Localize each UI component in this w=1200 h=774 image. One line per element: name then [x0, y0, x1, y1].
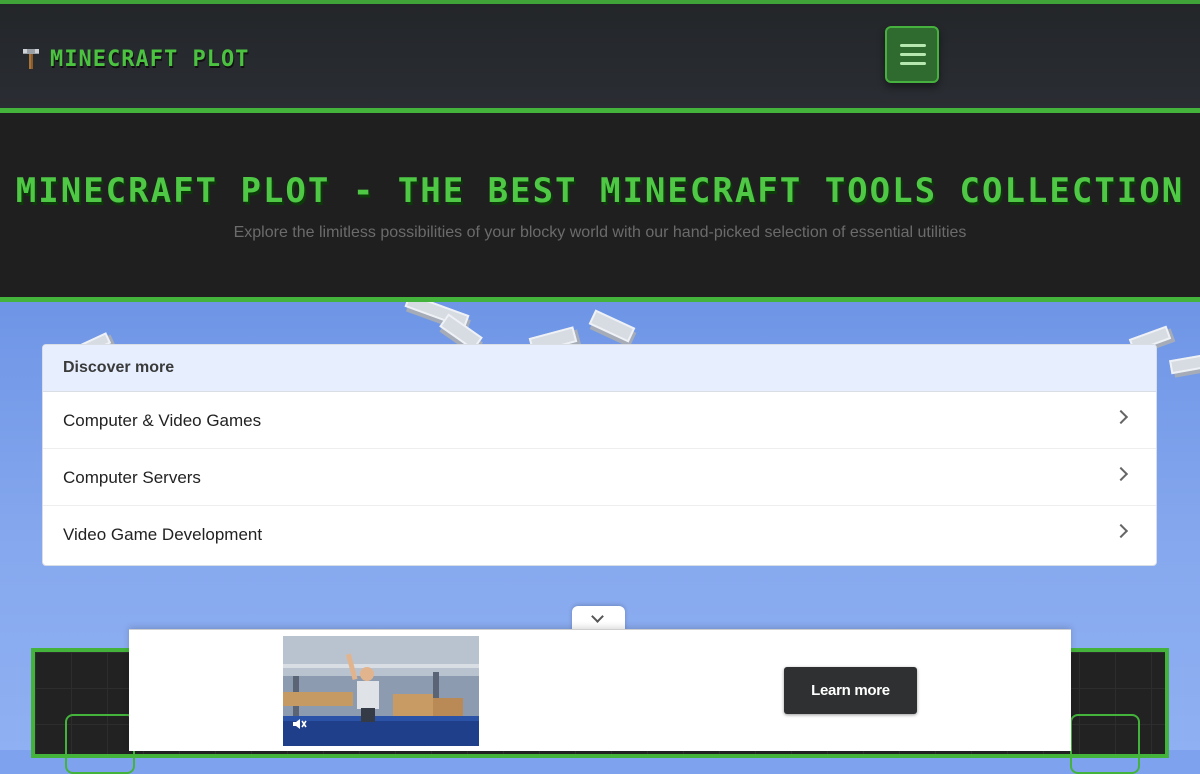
hero-banner: MINECRAFT PLOT - THE BEST MINECRAFT TOOL… [0, 113, 1200, 302]
chevron-right-icon [1113, 466, 1129, 482]
tool-card[interactable] [65, 714, 135, 774]
discover-more-box: Discover more Computer & Video Games Com… [42, 344, 1157, 566]
chevron-down-icon [591, 610, 604, 623]
chevron-right-icon [1113, 409, 1129, 425]
brand-link[interactable]: MINECRAFT PLOT [22, 44, 249, 74]
discover-item-label: Video Game Development [63, 525, 263, 544]
discover-item[interactable]: Video Game Development [43, 506, 1156, 562]
discover-item[interactable]: Computer Servers [43, 449, 1156, 506]
chevron-right-icon [1113, 523, 1129, 539]
anchor-ad: Learn more [129, 629, 1071, 751]
brand-name: MINECRAFT PLOT [50, 46, 250, 72]
page-subtitle: Explore the limitless possibilities of y… [233, 224, 967, 241]
discover-item-label: Computer Servers [63, 468, 201, 487]
ad-video[interactable] [283, 636, 479, 746]
site-header: MINECRAFT PLOT [0, 0, 1200, 113]
learn-more-button[interactable]: Learn more [784, 667, 917, 714]
ad-video-frame [283, 636, 479, 746]
floating-block [588, 309, 636, 343]
page-title: MINECRAFT PLOT - THE BEST MINECRAFT TOOL… [15, 171, 1185, 211]
discover-item-label: Computer & Video Games [63, 411, 262, 430]
floating-block [1169, 353, 1200, 375]
muted-speaker-icon[interactable] [291, 716, 307, 732]
tool-card[interactable] [1070, 714, 1140, 774]
discover-item[interactable]: Computer & Video Games [43, 392, 1156, 449]
discover-heading: Discover more [43, 345, 1156, 392]
pickaxe-icon [22, 47, 40, 71]
menu-button[interactable] [885, 26, 939, 83]
